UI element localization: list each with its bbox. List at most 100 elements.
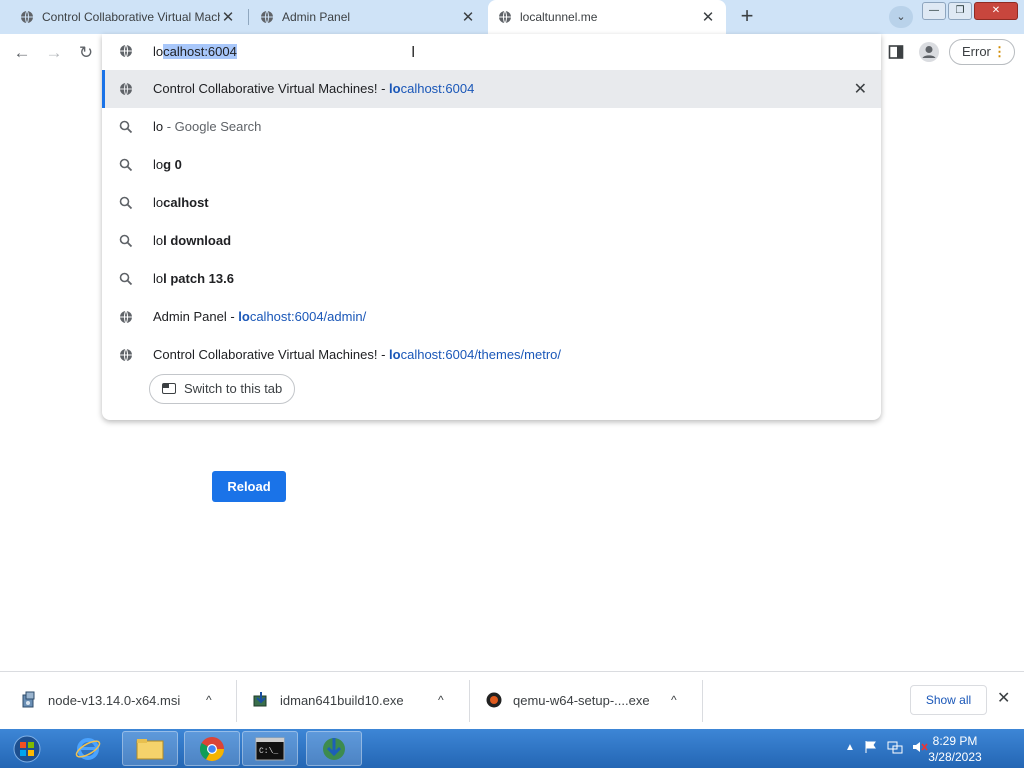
suggestion-search[interactable]: lol download — [102, 222, 881, 260]
omnibox-dropdown: localhost:6004 I Control Collaborative V… — [102, 34, 881, 420]
autocomplete-selection: calhost:6004 — [163, 44, 237, 59]
chrome-taskbar[interactable] — [184, 731, 240, 766]
search-icon — [119, 272, 133, 286]
remove-suggestion-icon[interactable]: ✕ — [854, 79, 867, 99]
reload-icon[interactable]: ↻ — [73, 40, 99, 66]
tab-icon — [162, 383, 176, 394]
close-icon[interactable]: ✕ — [700, 8, 716, 26]
chevron-up-icon[interactable]: ^ — [206, 693, 212, 707]
suggestion-completion: l download — [163, 233, 232, 248]
file-explorer-taskbar[interactable] — [122, 731, 178, 766]
installer-package-icon — [22, 691, 35, 708]
suggestion-typed: lo — [153, 157, 164, 172]
back-button[interactable]: ← — [9, 40, 35, 66]
tab-search-button[interactable]: ⌄ — [889, 6, 913, 28]
download-item[interactable]: idman641build10.exe ^ — [252, 680, 462, 720]
show-all-downloads-button[interactable]: Show all — [910, 685, 987, 715]
clock-date[interactable]: 3/28/2023 — [920, 750, 990, 764]
clock-time[interactable]: 8:29 PM — [920, 734, 990, 748]
download-item[interactable]: qemu-w64-setup-....exe ^ — [485, 680, 695, 720]
close-icon[interactable]: ✕ — [220, 8, 236, 26]
page-reload-button[interactable]: Reload — [212, 471, 286, 502]
suggestion-completion: l patch 13.6 — [163, 271, 234, 286]
suggestion-typed: lo — [153, 271, 164, 286]
download-manager-taskbar[interactable] — [306, 731, 362, 766]
typed-text: lo — [153, 44, 164, 59]
suggestion-completion: calhost — [163, 195, 209, 210]
close-icon[interactable]: ✕ — [460, 8, 476, 26]
globe-icon — [21, 10, 33, 24]
tab-title: localtunnel.me — [520, 10, 598, 24]
new-tab-button[interactable]: + — [734, 5, 760, 29]
chevron-up-icon[interactable]: ^ — [671, 693, 677, 707]
suggestion-url-match: lo — [389, 347, 401, 362]
download-filename: qemu-w64-setup-....exe — [513, 692, 650, 708]
volume-muted-icon[interactable] — [912, 740, 928, 754]
chrome-icon — [199, 736, 224, 761]
side-panel-icon[interactable] — [888, 44, 904, 60]
globe-icon — [120, 44, 132, 58]
folder-icon — [136, 738, 164, 759]
windows-logo-icon — [13, 735, 41, 762]
minimize-button[interactable]: — — [922, 2, 946, 20]
internet-explorer-taskbar[interactable] — [60, 731, 116, 766]
download-divider — [702, 680, 703, 722]
command-prompt-taskbar[interactable]: C:\_ — [242, 731, 298, 766]
address-bar[interactable]: localhost:6004 I — [102, 34, 881, 70]
tab-divider — [248, 9, 249, 25]
download-divider — [236, 680, 237, 722]
suggestion-suffix: - Google Search — [163, 119, 262, 134]
suggestion-search[interactable]: lo - Google Search — [102, 108, 881, 146]
profile-avatar-icon[interactable] — [918, 41, 940, 63]
suggestion-history[interactable]: Control Collaborative Virtual Machines! … — [102, 336, 881, 374]
tab-title: Admin Panel — [282, 10, 351, 24]
forward-button[interactable]: → — [41, 40, 67, 66]
address-input[interactable]: localhost:6004 — [153, 44, 237, 59]
flag-icon[interactable] — [864, 740, 878, 754]
suggestion-typed: lo — [153, 119, 164, 134]
start-button[interactable] — [2, 731, 52, 766]
search-icon — [119, 120, 133, 134]
suggestion-search[interactable]: log 0 — [102, 146, 881, 184]
suggestion-history[interactable]: Control Collaborative Virtual Machines! … — [102, 70, 881, 108]
maximize-button[interactable]: ❐ — [948, 2, 972, 20]
idm-app-icon — [253, 692, 267, 707]
globe-icon — [120, 82, 132, 96]
tray-icons: ▲ — [845, 740, 928, 754]
search-icon — [119, 196, 133, 210]
globe-download-icon — [323, 737, 345, 760]
globe-icon — [120, 310, 132, 324]
error-label: Error — [962, 44, 991, 59]
switch-to-tab-button[interactable]: Switch to this tab — [149, 374, 296, 404]
show-hidden-icons-icon[interactable]: ▲ — [845, 742, 855, 753]
download-filename: idman641build10.exe — [280, 692, 404, 708]
suggestion-url-match: lo — [389, 81, 401, 96]
tab-title: Control Collaborative Virtual Machines! — [42, 10, 220, 24]
globe-icon — [261, 10, 273, 24]
window-controls: — ❐ ✕ — [922, 2, 1018, 20]
search-icon — [119, 158, 133, 172]
tab-localtunnel[interactable]: localtunnel.me ✕ — [488, 0, 726, 34]
globe-icon — [499, 10, 511, 24]
internet-explorer-icon — [75, 737, 101, 760]
network-icon[interactable] — [887, 740, 903, 754]
download-divider — [469, 680, 470, 722]
suggestion-url-match: lo — [238, 309, 250, 324]
close-icon[interactable]: ✕ — [997, 688, 1010, 708]
tab-admin-panel[interactable]: Admin Panel ✕ — [250, 0, 486, 34]
suggestion-completion: g 0 — [163, 157, 182, 172]
menu-dots-icon[interactable]: ⋮ — [993, 40, 1006, 64]
suggestion-search[interactable]: localhost — [102, 184, 881, 222]
tab-control-collaborative[interactable]: Control Collaborative Virtual Machines! … — [10, 0, 246, 34]
chevron-up-icon[interactable]: ^ — [438, 693, 444, 707]
suggestion-typed: lo — [153, 233, 164, 248]
suggestion-title: Control Collaborative Virtual Machines! … — [153, 347, 390, 362]
download-item[interactable]: node-v13.14.0-x64.msi ^ — [20, 680, 230, 720]
window-close-button[interactable]: ✕ — [974, 2, 1018, 20]
suggestion-history[interactable]: Admin Panel - localhost:6004/admin/ — [102, 298, 881, 336]
globe-icon — [120, 348, 132, 362]
download-filename: node-v13.14.0-x64.msi — [48, 692, 181, 708]
suggestion-title: Control Collaborative Virtual Machines! … — [153, 81, 390, 96]
profile-error-button[interactable]: Error ⋮ — [949, 39, 1015, 65]
suggestion-search[interactable]: lol patch 13.6 — [102, 260, 881, 298]
